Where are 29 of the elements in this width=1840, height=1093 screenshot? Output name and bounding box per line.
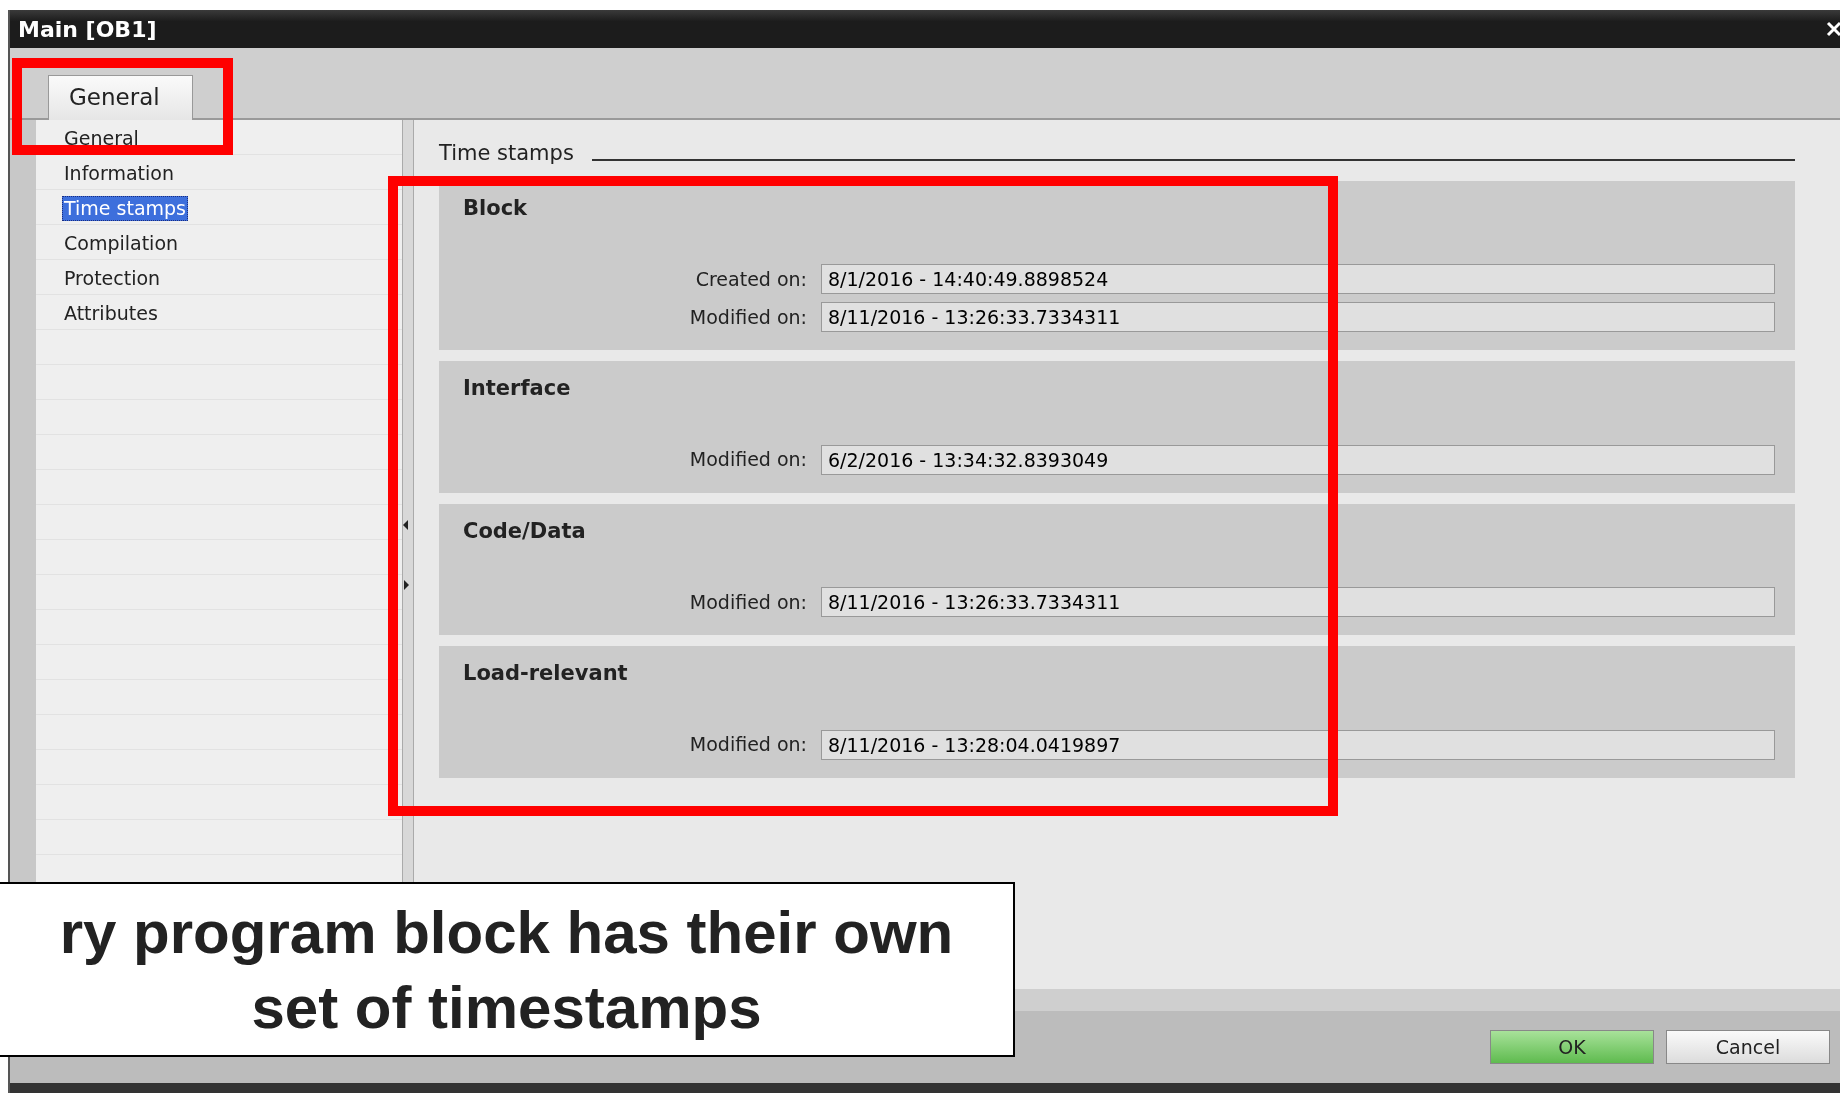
tree-item[interactable]: Compilation: [62, 230, 181, 257]
field-label: Created on:: [694, 266, 807, 292]
input-field[interactable]: 6/2/2016 - 13:34:32.8393049: [821, 444, 1775, 475]
tab[interactable]: General: [48, 74, 193, 120]
tree-item[interactable]: Protection: [62, 265, 163, 292]
input-field[interactable]: 8/1/2016 - 14:40:49.8898524: [821, 264, 1775, 294]
input-field[interactable]: 8/11/2016 - 13:28:04.0419897: [821, 729, 1775, 760]
field-label: Modified on:: [688, 447, 807, 473]
tree-item[interactable]: Attributes: [62, 300, 160, 327]
group-title: Load-relevant: [463, 660, 629, 687]
right-arrow-icon[interactable]: [403, 579, 409, 590]
field-label: Modified on:: [688, 589, 807, 615]
input-field[interactable]: 8/11/2016 - 13:26:33.7334311: [821, 302, 1775, 332]
group-title: Block: [463, 194, 529, 222]
cancel-button[interactable]: Cancel: [1666, 1030, 1830, 1064]
window-title: Main [OB1]: [18, 15, 157, 44]
callout-text: ry program block has their own set of timestamps: [59, 897, 954, 1043]
tree-item[interactable]: Information: [62, 160, 176, 187]
tree-item[interactable]: Time stamps: [62, 195, 188, 222]
ok-button[interactable]: OK: [1490, 1030, 1654, 1064]
left-arrow-icon[interactable]: [403, 519, 409, 530]
field-label: Modified on:: [688, 732, 807, 758]
close-icon[interactable]: [1826, 21, 1840, 37]
tree-item[interactable]: General: [62, 125, 141, 152]
field-label: Modified on:: [688, 304, 807, 330]
group-title: Interface: [463, 375, 572, 402]
input-field[interactable]: 8/11/2016 - 13:26:33.7334311: [821, 587, 1775, 617]
section-title: Time stamps: [439, 140, 574, 167]
group-title: Code/Data: [463, 517, 587, 545]
